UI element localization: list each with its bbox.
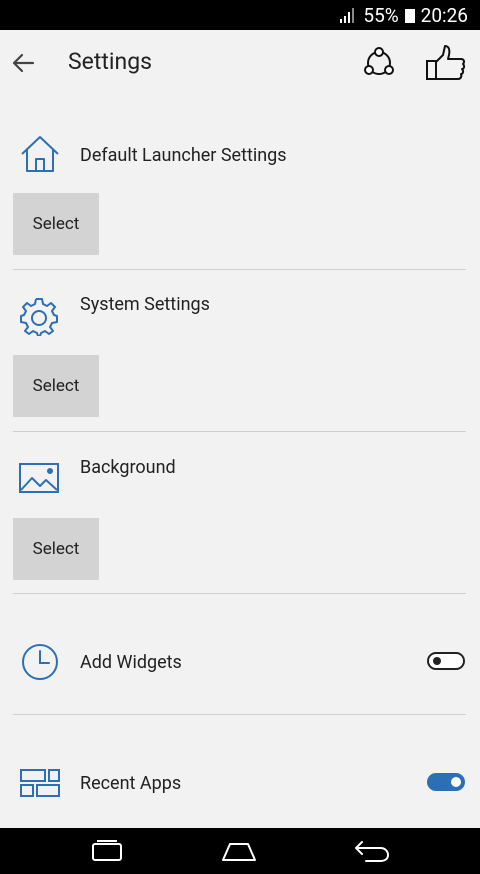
thumbs-up-icon[interactable] (425, 43, 467, 83)
divider (13, 714, 466, 715)
toggle-label-add-widgets: Add Widgets (80, 652, 182, 673)
share-icon[interactable] (362, 46, 396, 80)
recent-apps-icon (20, 769, 60, 797)
select-default-launcher-button[interactable]: Select (13, 193, 99, 255)
home-icon (21, 136, 59, 172)
clock-time: 20:26 (420, 3, 468, 27)
divider (13, 593, 466, 594)
toggle-label-recent-apps: Recent Apps (80, 773, 182, 794)
clock-icon (22, 644, 58, 680)
back-arrow-icon[interactable] (10, 50, 36, 76)
image-icon (19, 463, 59, 493)
page-title: Settings (68, 48, 152, 75)
select-background-button[interactable]: Select (13, 518, 99, 580)
battery-percent: 55% (363, 3, 399, 27)
divider (13, 269, 466, 270)
divider (13, 431, 466, 432)
recents-nav-icon[interactable] (89, 838, 125, 864)
toggle-knob (433, 657, 441, 665)
app-bar: Settings (0, 30, 480, 96)
back-nav-icon[interactable] (352, 838, 392, 864)
select-system-settings-button[interactable]: Select (13, 355, 99, 417)
signal-icon (340, 8, 355, 23)
toggle-knob (451, 777, 461, 787)
navigation-bar (0, 828, 480, 874)
section-label-default-launcher: Default Launcher Settings (80, 145, 287, 166)
status-bar: 55% 20:26 (0, 0, 480, 30)
section-label-system-settings: System Settings (80, 294, 210, 315)
home-nav-icon[interactable] (220, 838, 258, 864)
gear-icon (20, 298, 58, 336)
recent-apps-toggle[interactable] (427, 773, 465, 791)
battery-icon (404, 8, 415, 23)
add-widgets-toggle[interactable] (427, 652, 465, 670)
section-label-background: Background (80, 457, 176, 478)
